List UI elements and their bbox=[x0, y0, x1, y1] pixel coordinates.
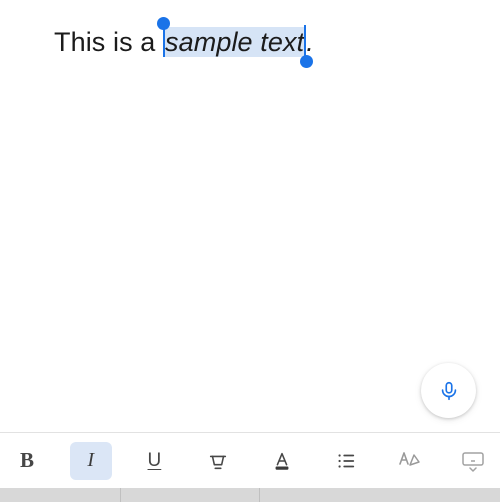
underline-button[interactable]: U bbox=[133, 442, 175, 480]
text-after: . bbox=[306, 27, 314, 57]
keyboard-icon bbox=[461, 450, 485, 472]
selected-text: sample text bbox=[165, 27, 304, 57]
text-color-icon bbox=[271, 450, 293, 472]
bold-icon: B bbox=[20, 448, 34, 473]
text-format-button[interactable] bbox=[388, 442, 430, 480]
selection-handle-end[interactable] bbox=[300, 55, 313, 68]
formatting-toolbar: B I U bbox=[0, 432, 500, 488]
text-color-button[interactable] bbox=[261, 442, 303, 480]
strip-slot bbox=[120, 488, 260, 502]
italic-icon: I bbox=[87, 449, 94, 472]
bottom-strip bbox=[0, 488, 500, 502]
keyboard-button[interactable] bbox=[452, 442, 494, 480]
text-before: This is a bbox=[54, 27, 163, 57]
document-editor[interactable]: This is a sample text. bbox=[0, 0, 500, 84]
highlighter-icon bbox=[207, 450, 229, 472]
underline-icon: U bbox=[148, 450, 162, 472]
selection-caret-end bbox=[304, 25, 306, 57]
bulleted-list-button[interactable] bbox=[325, 442, 367, 480]
text-selection[interactable]: sample text bbox=[163, 24, 306, 60]
selection-handle-start[interactable] bbox=[157, 17, 170, 30]
list-icon bbox=[335, 450, 357, 472]
bold-button[interactable]: B bbox=[6, 442, 48, 480]
mic-icon bbox=[438, 380, 460, 402]
voice-input-button[interactable] bbox=[421, 363, 476, 418]
text-format-icon bbox=[397, 450, 421, 472]
italic-button[interactable]: I bbox=[70, 442, 112, 480]
highlight-button[interactable] bbox=[197, 442, 239, 480]
